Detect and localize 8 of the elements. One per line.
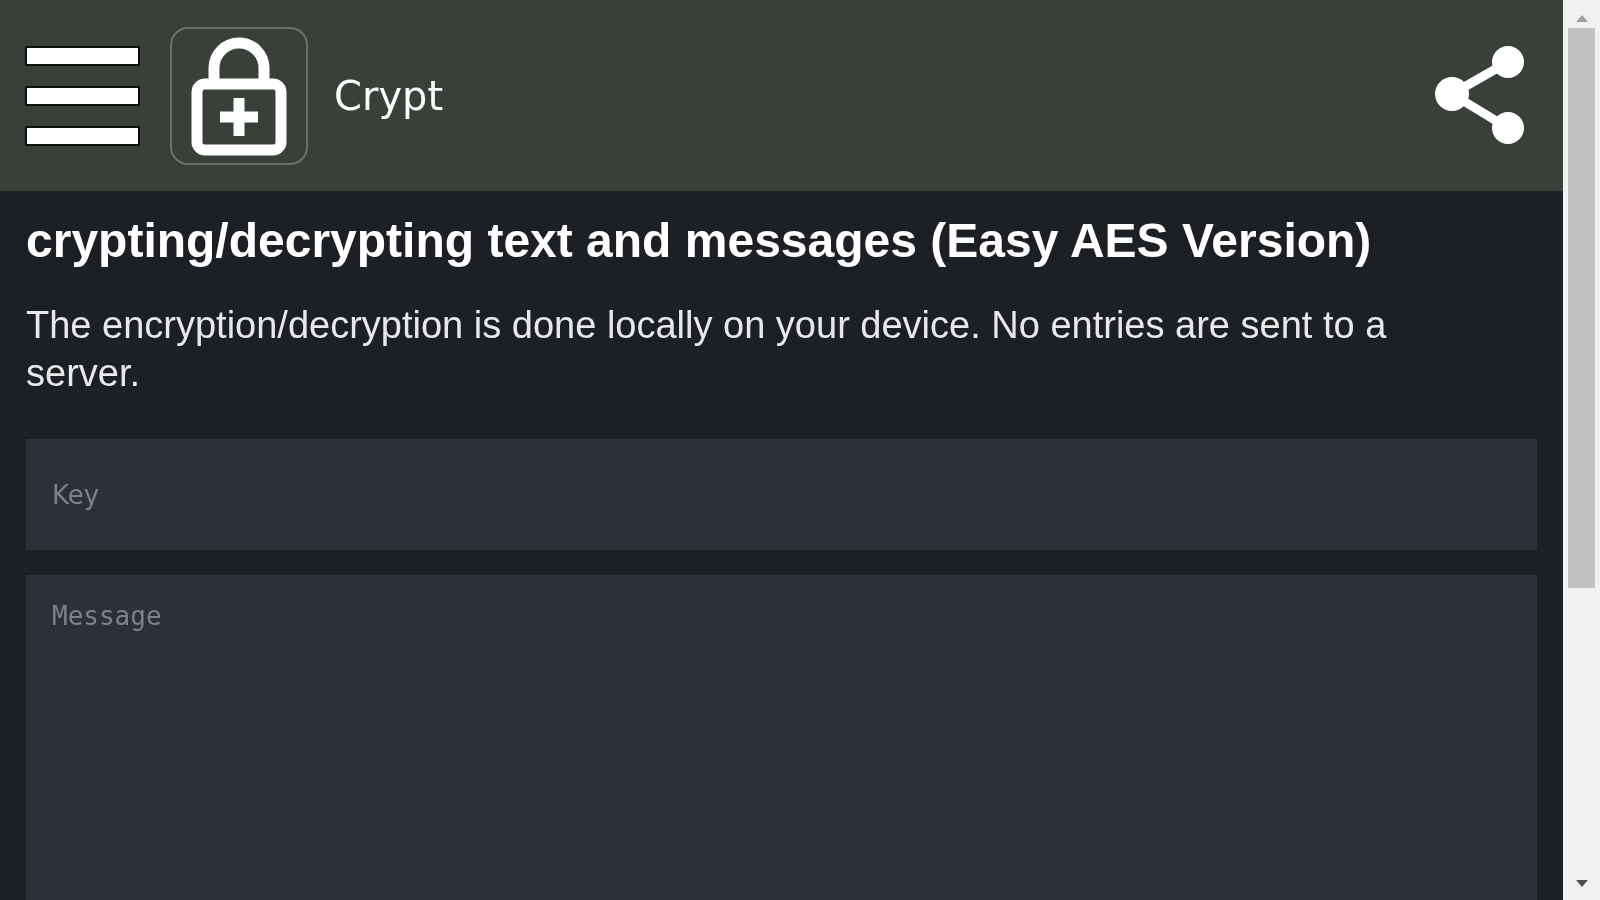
lock-plus-icon xyxy=(170,26,308,165)
intro-text: The encryption/decryption is done locally on your device. No entries are sent to a server. xyxy=(26,303,1388,396)
scrollbar[interactable] xyxy=(1563,0,1600,900)
message-field[interactable]: Message xyxy=(26,575,1537,900)
page-heading: crypting/decrypting text and messages (Easy AES Version) xyxy=(26,213,1373,269)
app-title: Crypt xyxy=(334,72,444,119)
menu-button[interactable] xyxy=(25,45,140,146)
key-field[interactable]: Key xyxy=(26,439,1537,550)
